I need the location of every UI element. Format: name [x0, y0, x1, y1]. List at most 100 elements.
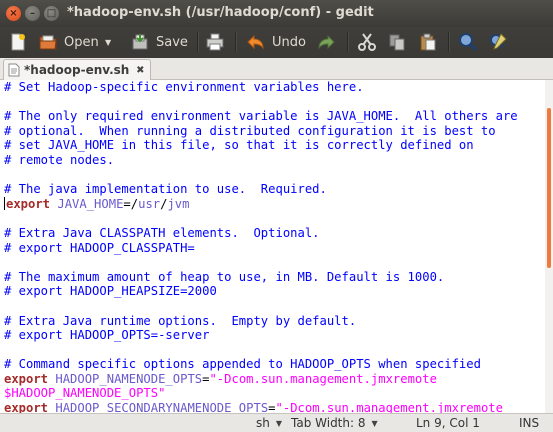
- code-line[interactable]: [4, 299, 518, 314]
- chevron-down-icon: ▼: [105, 37, 112, 47]
- tab-width-label: Tab Width: 8: [291, 416, 366, 430]
- comment-text: # export HADOOP_OPTS=-server: [4, 328, 210, 343]
- variable-text: HADOOP_NAMENODE_OPTS: [55, 371, 203, 386]
- undo-button[interactable]: Undo: [246, 30, 306, 54]
- variable-text: HADOOP_SECONDARYNAMENODE_OPTS: [55, 401, 269, 413]
- code-line[interactable]: # Extra Java CLASSPATH elements. Optiona…: [4, 226, 518, 241]
- comment-text: # remote nodes.: [4, 152, 115, 167]
- toolbar-separator: [448, 32, 450, 52]
- comment-text: # The only required environment variable…: [4, 109, 518, 124]
- code-text: =: [268, 401, 276, 413]
- string-text: "-Dcom.sun.management.jmxremote: [209, 371, 437, 386]
- cursor-position: Ln 9, Col 1: [416, 416, 480, 430]
- minimize-window-button[interactable]: –: [25, 6, 40, 21]
- find-button[interactable]: [458, 30, 478, 54]
- code-line[interactable]: # optional. When running a distributed c…: [4, 124, 518, 139]
- keyword-text: export: [6, 196, 51, 211]
- code-line[interactable]: # Command specific options appended to H…: [4, 357, 518, 372]
- copy-button[interactable]: [387, 30, 407, 54]
- redo-icon: [316, 32, 336, 52]
- keyword-text: export: [4, 371, 49, 386]
- new-document-icon: [8, 32, 28, 52]
- code-line[interactable]: # export HADOOP_HEAPSIZE=2000: [4, 284, 518, 299]
- redo-button[interactable]: [316, 30, 336, 54]
- toolbar-separator: [235, 32, 237, 52]
- open-recent-dropdown[interactable]: ▼: [105, 30, 111, 54]
- code-line[interactable]: # The java implementation to use. Requir…: [4, 182, 518, 197]
- variable-text: jvm: [167, 196, 190, 211]
- variable-text: usr: [138, 196, 161, 211]
- undo-button-label: Undo: [272, 34, 306, 50]
- chevron-down-icon: ▼: [371, 418, 378, 428]
- comment-text: # optional. When running a distributed c…: [4, 123, 496, 138]
- code-line[interactable]: # The maximum amount of heap to use, in …: [4, 270, 518, 285]
- text-editor[interactable]: # Set Hadoop-specific environment variab…: [0, 80, 545, 413]
- window-title: *hadoop-env.sh (/usr/hadoop/conf) - gedi…: [67, 5, 374, 20]
- cut-icon: [357, 32, 377, 52]
- maximize-window-button[interactable]: □: [44, 6, 59, 21]
- code-line[interactable]: [4, 343, 518, 358]
- code-line[interactable]: # set JAVA_HOME in this file, so that it…: [4, 138, 518, 153]
- text-cursor: [4, 196, 5, 210]
- tab-width-selector[interactable]: Tab Width: 8 ▼: [291, 416, 378, 430]
- text-file-icon: [8, 63, 20, 77]
- tab-label: *hadoop-env.sh: [24, 63, 130, 77]
- undo-icon: [246, 32, 266, 52]
- document-tab-bar: *hadoop-env.sh ✖: [0, 58, 553, 80]
- toolbar-separator: [197, 32, 199, 52]
- code-line[interactable]: [4, 211, 518, 226]
- find-icon: [458, 32, 478, 52]
- comment-text: # Set Hadoop-specific environment variab…: [4, 80, 364, 94]
- code-line[interactable]: $HADOOP_NAMENODE_OPTS": [4, 386, 518, 401]
- toolbar: Open ▼ Save Undo: [0, 27, 553, 58]
- code-line[interactable]: export HADOOP_NAMENODE_OPTS="-Dcom.sun.m…: [4, 372, 518, 387]
- code-line[interactable]: [4, 168, 518, 183]
- new-button[interactable]: [8, 30, 28, 54]
- open-button[interactable]: Open: [38, 30, 99, 54]
- comment-text: # The java implementation to use. Requir…: [4, 182, 327, 197]
- comment-text: # export HADOOP_HEAPSIZE=2000: [4, 284, 217, 299]
- keyword-text: export: [4, 401, 49, 413]
- save-button[interactable]: Save: [130, 30, 188, 54]
- status-bar: sh ▼ Tab Width: 8 ▼ Ln 9, Col 1 INS: [0, 413, 553, 432]
- code-line[interactable]: # The only required environment variable…: [4, 109, 518, 124]
- code-line[interactable]: export HADOOP_SECONDARYNAMENODE_OPTS="-D…: [4, 401, 518, 413]
- close-tab-icon[interactable]: ✖: [134, 65, 146, 76]
- gedit-window: × – □ *hadoop-env.sh (/usr/hadoop/conf) …: [0, 0, 553, 432]
- code-line[interactable]: # Extra Java runtime options. Empty by d…: [4, 314, 518, 329]
- paste-button[interactable]: [418, 30, 438, 54]
- scrollbar-thumb[interactable]: [547, 108, 551, 268]
- save-button-label: Save: [156, 34, 188, 50]
- language-selector[interactable]: sh ▼: [256, 416, 282, 430]
- vertical-scrollbar[interactable]: [545, 80, 553, 413]
- code-line[interactable]: # export HADOOP_CLASSPATH=: [4, 241, 518, 256]
- find-replace-button[interactable]: [488, 30, 508, 54]
- code-line[interactable]: # remote nodes.: [4, 153, 518, 168]
- toolbar-separator: [347, 32, 349, 52]
- close-window-button[interactable]: ×: [6, 6, 21, 21]
- tab-hadoop-env[interactable]: *hadoop-env.sh ✖: [3, 59, 152, 80]
- insert-mode: INS: [519, 416, 540, 430]
- comment-text: # Command specific options appended to H…: [4, 357, 481, 372]
- code-text: =/: [123, 196, 139, 211]
- open-button-label: Open: [64, 34, 99, 50]
- code-line[interactable]: export JAVA_HOME=/usr/jvm: [4, 196, 518, 212]
- print-button[interactable]: [205, 30, 225, 54]
- title-bar: × – □ *hadoop-env.sh (/usr/hadoop/conf) …: [0, 0, 553, 27]
- save-icon: [130, 32, 150, 52]
- code-line[interactable]: [4, 255, 518, 270]
- code-content[interactable]: # Set Hadoop-specific environment variab…: [4, 80, 518, 413]
- string-text: "-Dcom.sun.management.jmxremote: [275, 401, 503, 413]
- comment-text: # export HADOOP_CLASSPATH=: [4, 240, 195, 255]
- code-line[interactable]: # export HADOOP_OPTS=-server: [4, 328, 518, 343]
- cut-button[interactable]: [357, 30, 377, 54]
- string-text: $HADOOP_NAMENODE_OPTS": [4, 386, 166, 401]
- code-line[interactable]: # Set Hadoop-specific environment variab…: [4, 80, 518, 95]
- code-line[interactable]: [4, 95, 518, 110]
- language-label: sh: [256, 416, 270, 430]
- print-icon: [205, 32, 225, 52]
- find-replace-icon: [488, 32, 508, 52]
- comment-text: # The maximum amount of heap to use, in …: [4, 269, 445, 284]
- comment-text: # Extra Java runtime options. Empty by d…: [4, 313, 357, 328]
- open-folder-icon: [38, 32, 58, 52]
